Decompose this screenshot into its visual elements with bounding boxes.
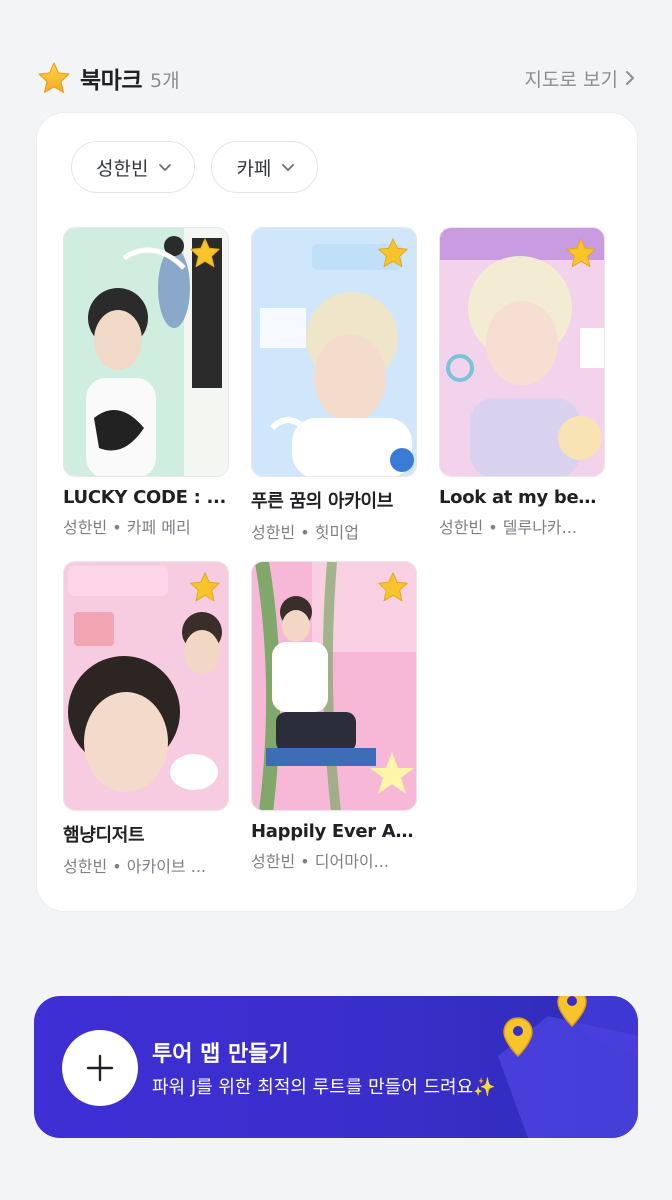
bookmark-meta: 성한빈 • 델루나카... xyxy=(439,518,577,537)
bookmark-title: 햄냥디저트 xyxy=(63,825,145,846)
filter-chip-artist[interactable]: 성한빈 xyxy=(71,141,196,193)
chevron-down-icon xyxy=(159,163,172,171)
bookmarked-star-icon[interactable] xyxy=(376,570,410,604)
chevron-down-icon xyxy=(282,163,295,171)
bookmark-item[interactable]: 햄냥디저트 성한빈 • 아카이브 ... xyxy=(63,561,229,877)
bookmark-title: LUCKY CODE : ... xyxy=(63,487,227,508)
map-pin-decoration-icon xyxy=(498,996,638,1138)
bookmark-thumbnail xyxy=(439,227,605,477)
bookmark-item[interactable]: 푸른 꿈의 아카이브 성한빈 • 힛미업 xyxy=(251,227,417,543)
filter-bar: 성한빈 카페 xyxy=(71,141,319,193)
page-title: 북마크 xyxy=(80,68,142,94)
star-icon xyxy=(38,62,70,93)
bookmark-count: 5개 xyxy=(149,69,180,92)
bookmark-header: 북마크 5개 지도로 보기 xyxy=(36,58,636,98)
bookmark-title: 푸른 꿈의 아카이브 xyxy=(251,491,394,512)
bookmark-item[interactable]: LUCKY CODE : ... 성한빈 • 카페 메리 xyxy=(63,227,229,538)
chevron-right-icon xyxy=(626,71,634,85)
create-tour-map-banner[interactable]: 투어 맵 만들기 파워 J를 위한 최적의 루트를 만들어 드려요✨ xyxy=(34,996,638,1138)
add-tour-button[interactable] xyxy=(62,1030,138,1106)
bookmark-meta: 성한빈 • 카페 메리 xyxy=(63,518,191,537)
bookmark-thumbnail xyxy=(63,561,229,811)
view-map-link[interactable]: 지도로 보기 xyxy=(525,65,636,92)
bookmarked-star-icon[interactable] xyxy=(188,236,222,270)
bookmark-item[interactable]: Look at my bee... 성한빈 • 델루나카... xyxy=(439,227,605,538)
bookmarked-star-icon[interactable] xyxy=(376,236,410,270)
bookmark-card: 성한빈 카페 LUCKY CODE: ... 성한빈 • 카페 메리 푸른 꿈… xyxy=(36,112,638,912)
bookmark-thumbnail xyxy=(251,227,417,477)
bookmark-item[interactable]: Happily Ever Af... 성한빈 • 디어마이... xyxy=(251,561,417,872)
banner-subtitle: 파워 J를 위한 최적의 루트를 만들어 드려요✨ xyxy=(152,1077,496,1098)
bookmark-meta: 성한빈 • 디어마이... xyxy=(251,852,389,871)
bookmark-title: Happily Ever Af... xyxy=(251,821,417,842)
filter-chip-category[interactable]: 카페 xyxy=(211,141,319,193)
bookmark-title: Look at my bee... xyxy=(439,487,605,508)
bookmark-thumbnail xyxy=(251,561,417,811)
filter-chip-label: 카페 xyxy=(236,157,272,180)
view-map-label: 지도로 보기 xyxy=(524,68,618,91)
bookmark-meta: 성한빈 • 아카이브 ... xyxy=(63,857,206,876)
banner-title: 투어 맵 만들기 xyxy=(152,1042,289,1067)
plus-icon xyxy=(86,1054,114,1082)
bookmark-meta: 성한빈 • 힛미업 xyxy=(251,523,359,542)
filter-chip-label: 성한빈 xyxy=(96,157,149,180)
bookmark-thumbnail xyxy=(63,227,229,477)
bookmarked-star-icon[interactable] xyxy=(564,236,598,270)
bookmarked-star-icon[interactable] xyxy=(188,570,222,604)
